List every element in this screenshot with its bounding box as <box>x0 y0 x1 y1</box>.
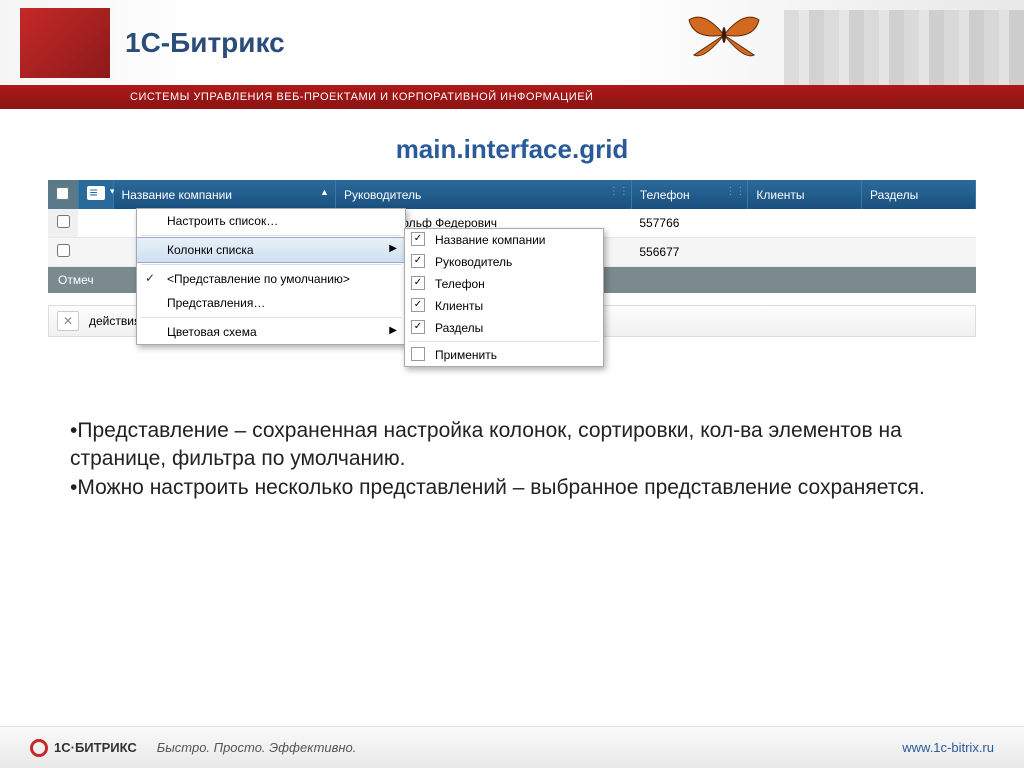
logo-text: 1С-Битрикс <box>125 27 285 59</box>
col-phone[interactable]: Телефон ⋮⋮ <box>631 180 748 209</box>
col-clients[interactable]: Клиенты <box>748 180 862 209</box>
col-sections[interactable]: Разделы <box>862 180 976 209</box>
context-menu: Настроить список… Колонки списка ▶ <Предс… <box>136 208 406 345</box>
butterfly-icon <box>684 5 764 65</box>
col-manager[interactable]: Руководитель ⋮⋮ <box>335 180 631 209</box>
col-label: Руководитель <box>344 188 421 202</box>
grip-icon: ⋮⋮ <box>725 186 745 197</box>
submenu-label: Название компании <box>435 233 545 247</box>
menu-configure-list[interactable]: Настроить список… <box>137 209 405 233</box>
submenu-label: Руководитель <box>435 255 512 269</box>
col-company[interactable]: Название компании ▲ <box>113 180 335 209</box>
col-label: Клиенты <box>756 188 804 202</box>
checkbox-icon[interactable]: ✓ <box>411 254 425 268</box>
checkbox-icon[interactable]: ✓ <box>411 276 425 290</box>
submenu-label: Разделы <box>435 321 483 335</box>
close-button[interactable]: ✕ <box>57 311 79 331</box>
product-boxes-image <box>20 8 110 78</box>
footer-logo: 1С·БИТРИКС <box>30 739 137 757</box>
row-checkbox[interactable] <box>57 244 70 257</box>
cell-phone: 556677 <box>631 238 748 267</box>
submenu-col-company[interactable]: ✓ Название компании <box>405 229 603 251</box>
desc-line-1: Представление – сохраненная настройка ко… <box>70 419 902 470</box>
footer-logo-text: 1С·БИТРИКС <box>54 740 137 755</box>
col-label: Разделы <box>870 188 918 202</box>
col-label: Телефон <box>640 188 690 202</box>
menu-views[interactable]: Представления… <box>137 291 405 315</box>
grid-container: Название компании ▲ Руководитель ⋮⋮ Телефо… <box>48 180 976 337</box>
menu-separator <box>409 341 599 342</box>
checkbox-icon[interactable] <box>411 347 425 361</box>
checkbox-icon[interactable]: ✓ <box>411 320 425 334</box>
header-checkbox-cell[interactable] <box>48 180 78 209</box>
select-all-checkbox[interactable] <box>56 187 69 200</box>
cell-phone: 557766 <box>631 209 748 238</box>
submenu-label: Телефон <box>435 277 485 291</box>
footer-tagline: Быстро. Просто. Эффективно. <box>157 740 357 755</box>
tagline-bar: СИСТЕМЫ УПРАВЛЕНИЯ ВЕБ-ПРОЕКТАМИ И КОРПО… <box>0 85 1024 109</box>
checkbox-icon[interactable]: ✓ <box>411 232 425 246</box>
sort-asc-icon: ▲ <box>320 187 329 197</box>
submenu-col-phone[interactable]: ✓ Телефон <box>405 273 603 295</box>
checkbox-icon[interactable]: ✓ <box>411 298 425 312</box>
actions-label: действия <box>89 314 140 328</box>
footer: 1С·БИТРИКС Быстро. Просто. Эффективно. w… <box>0 726 1024 768</box>
grip-icon: ⋮⋮ <box>609 186 629 197</box>
submenu-col-sections[interactable]: ✓ Разделы <box>405 317 603 339</box>
ring-icon <box>30 739 48 757</box>
submenu-col-clients[interactable]: ✓ Клиенты <box>405 295 603 317</box>
submenu-label: Клиенты <box>435 299 483 313</box>
footer-url[interactable]: www.1c-bitrix.ru <box>902 740 994 755</box>
menu-label: Колонки списка <box>167 243 254 257</box>
menu-color-scheme[interactable]: Цветовая схема ▶ <box>137 320 405 344</box>
menu-separator <box>141 317 401 318</box>
row-checkbox[interactable] <box>57 215 70 228</box>
header: 1С-Битрикс <box>0 0 1024 85</box>
menu-separator <box>141 235 401 236</box>
menu-icon[interactable] <box>87 186 105 200</box>
header-menu-cell[interactable] <box>78 180 113 209</box>
desc-line-2: Можно настроить несколько представлений … <box>77 476 925 499</box>
chevron-right-icon: ▶ <box>389 325 397 336</box>
chevron-right-icon: ▶ <box>389 243 397 254</box>
columns-submenu: ✓ Название компании ✓ Руководитель ✓ Телефо… <box>404 228 604 367</box>
page-title: main.interface.grid <box>0 134 1024 165</box>
menu-columns[interactable]: Колонки списка ▶ <box>136 237 406 263</box>
menu-label: Цветовая схема <box>167 325 257 339</box>
submenu-label: Применить <box>435 348 497 362</box>
submenu-col-manager[interactable]: ✓ Руководитель <box>405 251 603 273</box>
menu-default-view[interactable]: <Представление по умолчанию> <box>137 267 405 291</box>
skyline-image <box>784 10 1024 85</box>
description: •Представление – сохраненная настройка к… <box>70 417 954 502</box>
menu-separator <box>141 264 401 265</box>
submenu-apply[interactable]: Применить <box>405 344 603 366</box>
col-label: Название компании <box>122 188 232 202</box>
